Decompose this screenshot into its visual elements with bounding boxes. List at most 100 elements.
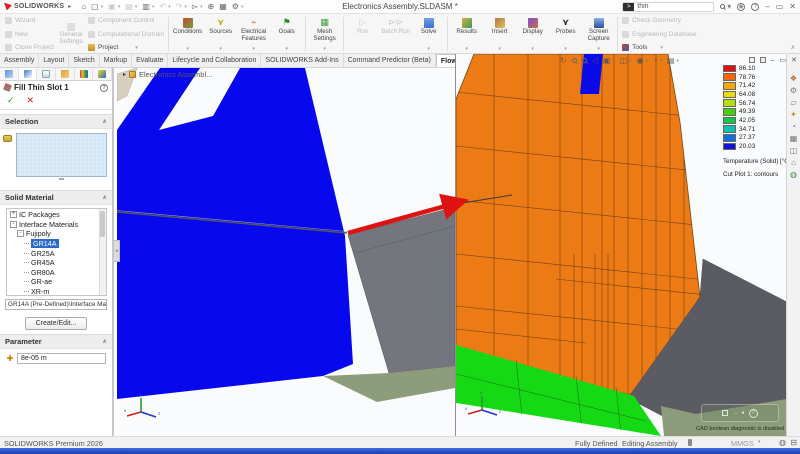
sources-button[interactable]: ⋎Sources▾ [204, 16, 237, 52]
file-explorer-icon[interactable]: ▱ [790, 99, 796, 107]
tree-item[interactable]: GR25A [10, 248, 97, 258]
close-icon[interactable]: ✕ [789, 3, 796, 11]
open-file-icon[interactable]: ▣ [108, 3, 116, 11]
diagnostic-overlay[interactable]: → ● ? [701, 404, 779, 422]
tab-solidworks-add-ins[interactable]: SOLIDWORKS Add-Ins [261, 54, 343, 67]
view-orientation-icon[interactable]: ▣ [603, 56, 611, 65]
tab-command-predictor[interactable]: Command Predictor (Beta) [344, 54, 436, 67]
run-button[interactable]: ▷Run [346, 16, 379, 52]
window-tile-icon[interactable] [760, 57, 766, 63]
tools-button[interactable]: Tools▾ [622, 44, 700, 51]
select-cursor-icon[interactable]: ▻ [192, 3, 198, 11]
tab-layout[interactable]: Layout [39, 54, 69, 67]
search-icon[interactable] [720, 2, 725, 11]
solidworks-resources-icon[interactable]: ❖ [790, 75, 797, 83]
section-view-icon[interactable]: ▤ [667, 56, 675, 65]
zoom-fit-icon[interactable] [572, 56, 577, 65]
window-tile-icon[interactable] [749, 57, 755, 63]
tab-sketch[interactable]: Sketch [69, 54, 99, 67]
viewport-layout-icon[interactable]: ▦ [219, 3, 227, 11]
minimize-icon[interactable]: – [765, 3, 769, 11]
restore-icon[interactable]: ▭ [776, 3, 784, 11]
mesh-settings-button[interactable]: ▦Mesh Settings▾ [308, 16, 341, 52]
wizard-button[interactable]: Wizard [5, 17, 54, 24]
clone-project-button[interactable]: Clone Project [5, 44, 54, 51]
rotate-view-icon[interactable]: ↻ [560, 56, 567, 65]
accept-icon[interactable]: ✓ [7, 95, 15, 106]
redo-icon[interactable]: ↷ [176, 3, 183, 11]
tab-lifecycle-and-collaboration[interactable]: Lifecycle and Collaboration [168, 54, 261, 67]
insert-button[interactable]: Insert▾ [483, 16, 516, 52]
search-input[interactable]: thin [634, 3, 648, 10]
window-minimize-icon[interactable]: – [771, 57, 775, 64]
status-gear-icon[interactable]: ◍ [779, 439, 786, 447]
view-palette-icon[interactable]: ✦ [790, 111, 797, 119]
save-icon[interactable]: ▤ [125, 3, 133, 11]
tree-item[interactable]: GR80A [10, 268, 97, 278]
options-gear-icon[interactable]: ⚙ [232, 3, 239, 11]
electrical-features-button[interactable]: ⌁Electrical Features▾ [237, 16, 270, 52]
displaymanager-tab[interactable] [75, 68, 94, 80]
solid-material-group-header[interactable]: Solid Material∧ [0, 190, 112, 205]
material-combo[interactable]: GR14A (Pre-Defined)\Interface Materi∨ [5, 299, 107, 310]
zoom-area-icon[interactable] [582, 56, 587, 65]
ribbon-collapse-icon[interactable]: ∧ [791, 44, 795, 51]
selection-listbox[interactable] [16, 133, 107, 177]
tab-evaluate[interactable]: Evaluate [132, 54, 168, 67]
window-restore-icon[interactable]: ▭ [780, 56, 787, 64]
screen-sharing-icon[interactable]: ◫ [790, 147, 798, 155]
home-icon[interactable]: ⌂ [791, 159, 796, 167]
viewport-model[interactable]: ▸ Electronics Assembl... y x z [117, 68, 455, 436]
computational-domain-button[interactable]: Computational Domain [88, 31, 164, 38]
home-icon[interactable]: ⌂ [81, 3, 86, 11]
previous-view-icon[interactable]: ◁ [592, 56, 598, 65]
tab-assembly[interactable]: Assembly [0, 54, 39, 67]
dimxpertmanager-tab[interactable] [56, 68, 75, 80]
tree-item-selected[interactable]: GR14A [10, 239, 97, 249]
engineering-database-button[interactable]: Engineering Database [622, 31, 700, 38]
account-icon[interactable]: ◉ [737, 3, 745, 11]
project-button[interactable]: Project▾ [88, 44, 164, 51]
parameter-input[interactable]: 8e-05 m [17, 353, 106, 364]
breadcrumb[interactable]: ▸ Electronics Assembl... [123, 70, 212, 79]
custom-properties-icon[interactable]: ▦ [790, 135, 798, 143]
probes-button[interactable]: ⋎Probes▾ [549, 16, 582, 52]
material-tree[interactable]: +IC Packages -Interface Materials -Fujip… [6, 208, 107, 296]
tree-item[interactable]: GR45A [10, 258, 97, 268]
feature-help-icon[interactable]: ? [100, 84, 108, 92]
tree-item[interactable]: -Interface Materials [10, 220, 97, 230]
display-style-icon[interactable]: ◫ [620, 56, 628, 65]
panel-collapse-handle[interactable]: ◂ [114, 240, 120, 262]
status-monitor-icon[interactable]: ⊟ [790, 439, 797, 447]
units-chevron-icon[interactable]: ▾ [758, 439, 761, 445]
hide-show-items-icon[interactable]: ◉ [637, 56, 644, 65]
window-close-icon[interactable]: ✕ [791, 56, 797, 64]
diagnostic-help-icon[interactable]: ? [749, 409, 758, 418]
tree-item[interactable]: +IC Packages [10, 210, 97, 220]
listbox-resize-grip[interactable] [59, 178, 64, 180]
new-file-icon[interactable]: ▢ [91, 3, 99, 11]
appearances-scenes-icon[interactable]: ◔ [791, 123, 796, 131]
featuremanager-tab[interactable] [0, 68, 19, 80]
temperature-legend[interactable]: 86.10 78.76 71.42 64.08 56.74 49.39 42.0… [723, 64, 791, 178]
goals-button[interactable]: ⚑Goals▾ [270, 16, 303, 52]
create-edit-button[interactable]: Create/Edit... [25, 317, 87, 330]
undo-icon[interactable]: ↶ [159, 3, 166, 11]
parameter-group-header[interactable]: Parameter∧ [0, 334, 112, 349]
screen-capture-button[interactable]: Screen Capture▾ [582, 16, 615, 52]
propertymanager-tab[interactable] [19, 68, 38, 80]
breadcrumb-flyout-icon[interactable]: ▸ [123, 71, 126, 78]
results-button[interactable]: Results▾ [450, 16, 483, 52]
design-library-icon[interactable]: ⚙ [790, 87, 797, 95]
command-search-box[interactable]: > thin [622, 2, 714, 12]
check-geometry-button[interactable]: Check Geometry [622, 17, 700, 24]
print-icon[interactable]: ▥ [142, 3, 150, 11]
display-button[interactable]: Display▾ [516, 16, 549, 52]
general-settings-button[interactable]: General Settings [56, 16, 86, 52]
cancel-icon[interactable]: ✕ [27, 95, 35, 106]
units-selector[interactable]: MMGS [731, 439, 754, 448]
toolbar-flyout-icon[interactable]: ▸ [68, 4, 71, 10]
configurationmanager-tab[interactable] [37, 68, 56, 80]
3dexperience-icon[interactable]: ◍ [790, 171, 797, 179]
tree-scrollbar[interactable] [99, 209, 106, 295]
